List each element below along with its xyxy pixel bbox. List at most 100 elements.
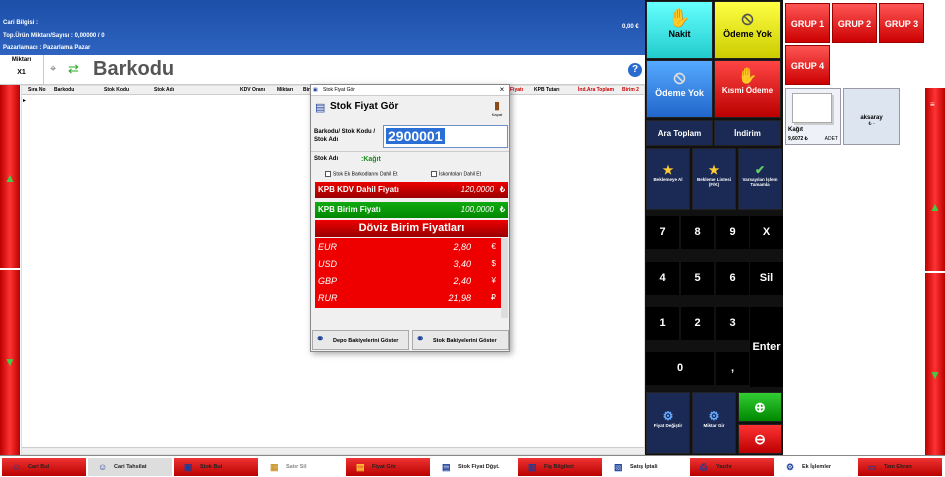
hold-button[interactable]: ★ Beklemeye Al bbox=[646, 148, 690, 210]
horizontal-scrollbar[interactable] bbox=[22, 447, 644, 454]
no-payment-label-2: Ödeme Yok bbox=[655, 88, 704, 98]
col-header[interactable]: Bir bbox=[303, 87, 310, 93]
col-header[interactable]: Sıra No bbox=[28, 87, 46, 93]
col-header[interactable]: KPB Tutarı bbox=[534, 87, 559, 93]
key-6[interactable]: 6 bbox=[716, 262, 749, 295]
delete-row-button[interactable]: ▦ Satır Sil bbox=[260, 458, 344, 476]
find-stock-button[interactable]: ▣ Stok Bul bbox=[174, 458, 258, 476]
product-name: Kağıt bbox=[788, 127, 803, 133]
find-customer-button[interactable]: ☺ Cari Bul bbox=[2, 458, 86, 476]
currency-list-scrollbar[interactable] bbox=[501, 238, 508, 318]
key-enter[interactable]: Enter bbox=[750, 307, 783, 387]
barcode-title[interactable]: Barkodu bbox=[93, 58, 174, 81]
show-stock-balances-button[interactable]: ⚭ Stok Bakiyelerini Göster bbox=[412, 330, 509, 350]
key-0[interactable]: 0 bbox=[646, 352, 714, 385]
view-price-button[interactable]: ▤ Fiyat Gör bbox=[346, 458, 430, 476]
change-price-button[interactable]: ⚙ Fiyat Değiştir bbox=[646, 392, 690, 454]
extra-operations-button[interactable]: ⚙ Ek İşlemler bbox=[776, 458, 860, 476]
button-label: Fiyat Gör bbox=[372, 464, 397, 470]
group-2-button[interactable]: GRUP 2 bbox=[832, 3, 877, 43]
col-header[interactable]: Stok Kodu bbox=[104, 87, 129, 93]
full-screen-button[interactable]: ▭ Tam Ekran bbox=[858, 458, 942, 476]
include-extra-barcodes-checkbox[interactable]: Stok Ek Barkodlarını Dahil Et bbox=[325, 171, 397, 177]
receipt-info-button[interactable]: ▥ Fiş Bilgileri bbox=[518, 458, 602, 476]
key-5[interactable]: 5 bbox=[681, 262, 714, 295]
key-delete[interactable]: Sil bbox=[750, 262, 783, 295]
scroll-down-icon[interactable]: ▼ bbox=[4, 356, 16, 368]
cancel-sale-button[interactable]: ▧ Satış İptali bbox=[604, 458, 688, 476]
key-3[interactable]: 3 bbox=[716, 307, 749, 340]
key-1[interactable]: 1 bbox=[646, 307, 679, 340]
customer-collection-button[interactable]: ☺ Cari Tahsilat bbox=[88, 458, 172, 476]
include-discounts-checkbox[interactable]: İskontoları Dahil Et bbox=[431, 171, 481, 177]
col-header[interactable]: İnd.Ara Toplam bbox=[578, 87, 614, 93]
no-payment-button-2[interactable]: ⦸ Ödeme Yok bbox=[646, 60, 713, 118]
kpb-unit-price-bar: KPB Birim Fiyatı 100,0000 ₺ bbox=[315, 202, 508, 218]
minus-icon[interactable]: ⊖ bbox=[738, 424, 782, 454]
button-label: Ek İşlemler bbox=[802, 464, 832, 470]
group-4-button[interactable]: GRUP 4 bbox=[785, 45, 830, 85]
scroll-down-icon[interactable]: ▼ bbox=[929, 369, 941, 381]
default-action-icon: ✔ bbox=[754, 163, 766, 177]
key-7[interactable]: 7 bbox=[646, 216, 679, 249]
col-header[interactable]: Miktarı bbox=[277, 87, 293, 93]
print-button[interactable]: ⎙ Yazdır bbox=[690, 458, 774, 476]
currency-value: 2,40 bbox=[453, 276, 471, 286]
left-scroll-rail[interactable]: ▲ ▼ bbox=[0, 85, 20, 455]
cancel-icon: ▧ bbox=[614, 462, 623, 472]
extra-operations-icon: ⚙ bbox=[786, 462, 795, 472]
bottom-toolbar: ☺ Cari Bul ☺ Cari Tahsilat ▣ Stok Bul ▦ Satı… bbox=[0, 455, 945, 477]
default-action-button[interactable]: ✔ Varsayılan İşlem Tamamla bbox=[738, 148, 782, 210]
discount-button[interactable]: İndirim bbox=[714, 120, 781, 146]
barcode-row: Miktarı X1 ⌖ ⇄ Barkodu ? bbox=[0, 55, 645, 85]
product-tile[interactable]: Kağıt 9,6072 ₺ ADET bbox=[785, 88, 841, 145]
menu-icon[interactable]: ≡ bbox=[930, 100, 935, 109]
handshake-icon: ✋ bbox=[737, 68, 758, 85]
subtotal-button[interactable]: Ara Toplam bbox=[646, 120, 713, 146]
pin-icon[interactable]: ⌖ bbox=[50, 63, 56, 76]
barcode-scan-icon[interactable]: ⇄ bbox=[68, 61, 79, 77]
quantity-box[interactable]: Miktarı X1 bbox=[0, 55, 44, 85]
col-header[interactable]: Fiyatı bbox=[510, 87, 523, 93]
barcode-input[interactable]: 2900001 bbox=[383, 125, 508, 148]
dialog-titlebar[interactable]: ▣ Stok Fiyat Gör × bbox=[311, 85, 509, 96]
right-scroll-rail[interactable]: ≡ ▲ ▼ bbox=[925, 88, 945, 455]
key-4[interactable]: 4 bbox=[646, 262, 679, 295]
cash-button[interactable]: ✋ Nakit bbox=[646, 1, 713, 59]
hold-list-button[interactable]: ★ Bekleme Listesi (F/K) bbox=[692, 148, 736, 210]
close-button[interactable]: ▮ Kapat bbox=[489, 99, 505, 117]
group-1-button[interactable]: GRUP 1 bbox=[785, 3, 830, 43]
no-payment-button[interactable]: ⦸ Ödeme Yok bbox=[714, 1, 781, 59]
row-indicator-icon: ▸ bbox=[23, 98, 27, 104]
plus-icon[interactable]: ⊕ bbox=[738, 392, 782, 422]
close-icon[interactable]: × bbox=[497, 85, 507, 95]
user-icon: ☺ bbox=[98, 462, 108, 472]
key-x[interactable]: X bbox=[750, 216, 783, 249]
group-3-button[interactable]: GRUP 3 bbox=[879, 3, 924, 43]
key-9[interactable]: 9 bbox=[716, 216, 749, 249]
key-comma[interactable]: , bbox=[716, 352, 749, 385]
currency-row: GBP 2,40 ¥ bbox=[315, 273, 501, 289]
hold-list-label: Bekleme Listesi (F/K) bbox=[696, 177, 732, 187]
product-tile[interactable]: aksaray ₺ - bbox=[843, 88, 900, 145]
lira-icon: ₺ bbox=[499, 185, 505, 194]
scroll-up-icon[interactable]: ▲ bbox=[4, 172, 16, 184]
col-header[interactable]: Stok Adı bbox=[154, 87, 174, 93]
show-warehouse-balances-button[interactable]: ⚭ Depo Bakiyelerini Göster bbox=[312, 330, 409, 350]
stock-price-change-button[interactable]: ▤ Stok Fiyat Dğşt. bbox=[432, 458, 516, 476]
currency-code: RUR bbox=[318, 293, 338, 303]
help-icon[interactable]: ? bbox=[628, 63, 642, 77]
col-header[interactable]: Barkodu bbox=[54, 87, 74, 93]
checkbox-icon[interactable] bbox=[325, 171, 331, 177]
receipt-icon: ▥ bbox=[528, 462, 537, 472]
col-header[interactable]: Birim 2 bbox=[622, 87, 639, 93]
scroll-up-icon[interactable]: ▲ bbox=[929, 201, 941, 213]
key-2[interactable]: 2 bbox=[681, 307, 714, 340]
partial-payment-button[interactable]: ✋ Kısmi Ödeme bbox=[714, 60, 781, 118]
col-header[interactable]: KDV Oranı bbox=[240, 87, 265, 93]
key-8[interactable]: 8 bbox=[681, 216, 714, 249]
checkbox-icon[interactable] bbox=[431, 171, 437, 177]
enter-quantity-button[interactable]: ⚙ Miktar Gir bbox=[692, 392, 736, 454]
checkbox-label: Stok Ek Barkodlarını Dahil Et bbox=[333, 171, 398, 178]
price-change-icon: ▤ bbox=[442, 462, 451, 472]
